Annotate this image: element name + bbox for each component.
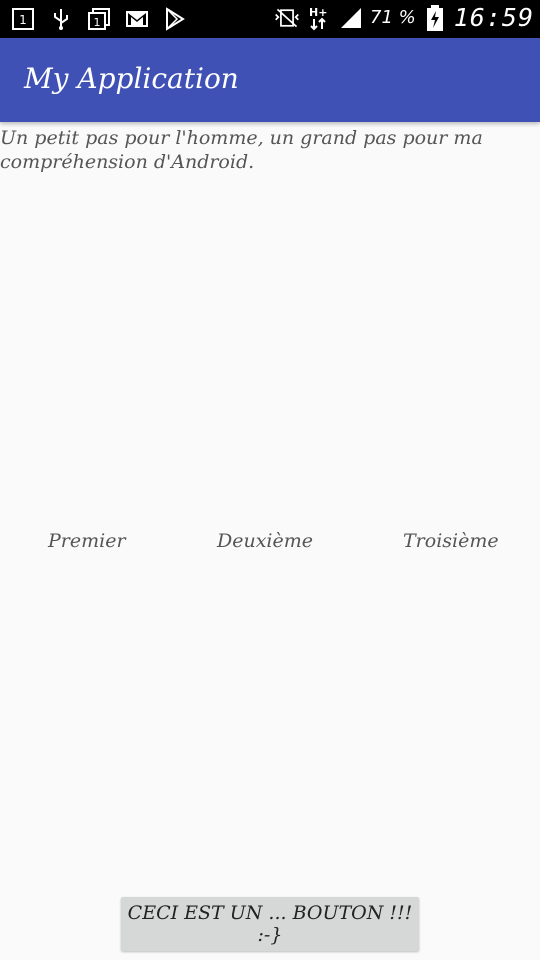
gmail-icon (124, 6, 150, 32)
play-store-icon (162, 6, 188, 32)
status-bar: 1 1 H+ 71 % 16:59 (0, 0, 540, 38)
usb-icon (48, 6, 74, 32)
choice-troisieme: Troisième (403, 530, 499, 552)
svg-text:1: 1 (94, 16, 101, 29)
notification-1-icon: 1 (10, 6, 36, 32)
notification-2-icon: 1 (86, 6, 112, 32)
app-bar: My Application (0, 38, 540, 122)
svg-text:1: 1 (19, 13, 27, 27)
vibrate-icon (274, 5, 300, 31)
signal-icon (338, 5, 364, 31)
choice-deuxieme: Deuxième (217, 530, 314, 552)
clock: 16:59 (453, 3, 534, 32)
svg-text:H+: H+ (309, 6, 327, 19)
choice-premier: Premier (48, 530, 126, 552)
app-title: My Application (24, 62, 239, 95)
main-button[interactable]: CECI EST UN ... BOUTON !!! :-} (121, 897, 419, 951)
battery-charging-icon (422, 4, 448, 31)
network-hplus-icon: H+ (306, 5, 332, 31)
battery-percent: 71 % (370, 7, 416, 28)
intro-text: Un petit pas pour l'homme, un grand pas … (0, 127, 483, 173)
